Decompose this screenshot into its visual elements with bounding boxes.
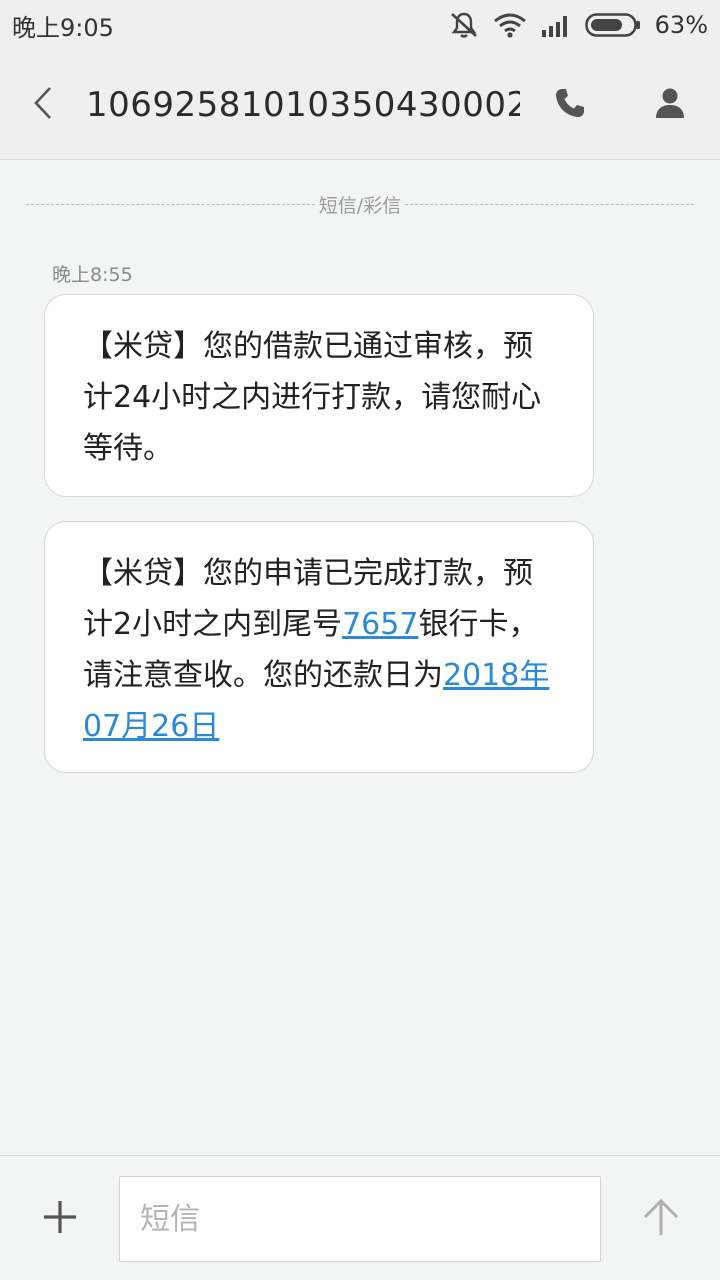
messaging-screen: 晚上9:05 [0,0,720,1280]
divider-line-right [405,203,694,205]
message-bubble[interactable]: 【米贷】您的借款已通过审核，预计24小时之内进行打款，请您耐心等待。 [44,294,594,497]
send-button[interactable] [630,1188,692,1250]
add-attachment-button[interactable] [30,1196,90,1242]
message-timestamp: 晚上8:55 [52,264,133,286]
wifi-icon [493,12,527,38]
call-button[interactable] [520,50,620,160]
back-button[interactable] [0,50,86,160]
status-bar: 晚上9:05 63% [0,0,720,50]
message-type-divider: 短信/彩信 [26,190,694,218]
contact-icon [655,87,685,123]
battery-icon [584,12,641,38]
back-icon [33,86,53,124]
mute-icon [449,11,479,39]
contact-button[interactable] [620,50,720,160]
conversation-header: 1069258101035043000​2 [0,50,720,160]
card-number-link[interactable]: 7657 [342,607,418,642]
signal-icon [541,13,571,37]
send-arrow-icon [642,1198,680,1240]
divider-line-left [26,203,315,205]
status-icons: 63% [449,11,708,39]
status-time: 晚上9:05 [12,13,114,42]
phone-icon [554,87,586,123]
message-text: 【米贷】您的借款已通过审核，预计24小时之内进行打款，请您耐心等待。 [83,329,542,466]
message-composer [0,1155,720,1280]
divider-label: 短信/彩信 [314,190,406,218]
battery-percent: 63% [654,11,708,39]
add-icon [43,1200,77,1238]
message-bubble[interactable]: 【米贷】您的申请已完成打款，预计2小时之内到尾号7657银行卡，请注意查收。您的… [44,521,594,773]
sms-input[interactable] [119,1176,601,1262]
sender-number: 1069258101035043000​2 [86,84,520,125]
